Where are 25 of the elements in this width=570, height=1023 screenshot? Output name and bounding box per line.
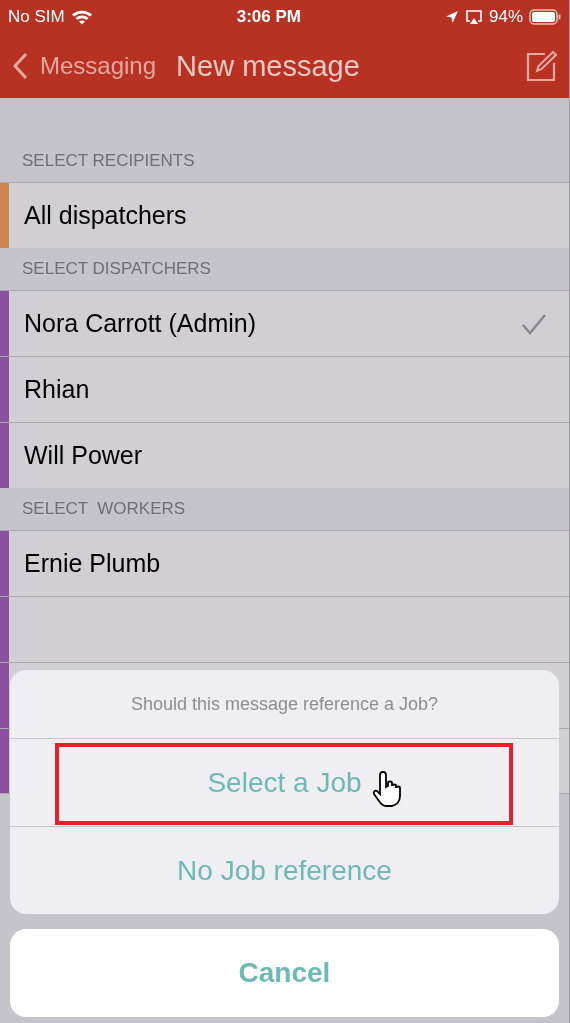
section-header: SELECT RECIPIENTS <box>21 150 196 172</box>
recipient-name: All dispatchers <box>24 201 187 230</box>
recipient-name: Nora Carrott (Admin) <box>24 309 256 338</box>
chevron-left-icon <box>12 52 28 80</box>
recipient-row[interactable]: Ernie Plumb <box>0 530 569 596</box>
recipient-name: Ernie Plumb <box>24 549 161 578</box>
location-arrow-icon <box>444 10 459 24</box>
battery-percent: 94% <box>488 7 523 27</box>
sheet-message: Should this message reference a Job? <box>10 670 559 739</box>
recipient-row[interactable]: Nora Carrott (Admin) <box>0 290 569 356</box>
recipient-row[interactable]: Rhian <box>0 356 569 422</box>
compose-icon <box>525 50 557 82</box>
recipient-row[interactable]: All dispatchers <box>0 182 569 248</box>
recipient-row[interactable]: Will Power <box>0 422 569 488</box>
clock-time: 3:06 PM <box>236 7 301 27</box>
wifi-icon <box>70 9 93 25</box>
carrier-label: No SIM <box>8 7 65 27</box>
nav-title: New message <box>176 49 361 83</box>
airplay-icon <box>464 9 483 25</box>
compose-button[interactable] <box>525 50 557 82</box>
section-header: SELECT WORKERS <box>21 498 187 520</box>
battery-icon <box>529 9 561 25</box>
recipient-name: Will Power <box>24 441 143 470</box>
recipient-name: Rhian <box>24 375 90 404</box>
section-header: SELECT DISPATCHERS <box>21 258 212 280</box>
